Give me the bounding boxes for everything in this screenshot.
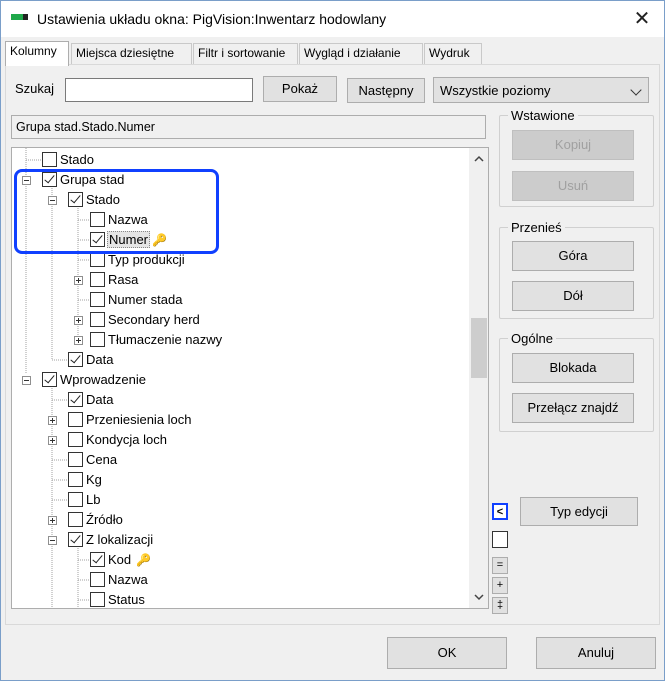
back-arrow-button[interactable]: <	[492, 503, 508, 520]
checkbox[interactable]	[68, 352, 83, 367]
scroll-down-icon[interactable]	[474, 592, 484, 602]
key-icon: 🔑	[136, 553, 151, 567]
dialog-window: Ustawienia układu okna: PigVision:Inwent…	[0, 0, 665, 681]
chevron-down-icon	[630, 84, 642, 96]
tab-miejsca-dziesietne[interactable]: Miejsca dziesiętne	[71, 43, 192, 65]
tree-item-label: Stado	[60, 152, 94, 167]
tab-wydruk[interactable]: Wydruk	[424, 43, 482, 65]
move-up-button[interactable]: Góra	[512, 241, 634, 271]
tree-item-label: Data	[86, 352, 114, 367]
checkbox[interactable]	[68, 432, 83, 447]
tree-item-label: Tłumaczenie nazwy	[108, 332, 223, 347]
tab-strip: Kolumny Miejsca dziesiętne Filtr i sorto…	[5, 41, 660, 66]
checkbox[interactable]	[68, 532, 83, 547]
expand-icon[interactable]	[48, 436, 57, 445]
tree-item-label: Numer stada	[108, 292, 183, 307]
expand-icon[interactable]	[48, 416, 57, 425]
checkbox[interactable]	[68, 412, 83, 427]
next-button[interactable]: Następny	[347, 78, 425, 103]
tree-item-label: Status	[108, 592, 145, 607]
ok-button[interactable]: OK	[387, 637, 507, 669]
tab-kolumny[interactable]: Kolumny	[5, 41, 69, 66]
checkbox[interactable]	[68, 492, 83, 507]
checkbox[interactable]	[68, 392, 83, 407]
checkbox[interactable]	[68, 472, 83, 487]
checkbox[interactable]	[68, 512, 83, 527]
level-select[interactable]: Wszystkie poziomy	[433, 77, 649, 103]
toggle-find-button[interactable]: Przełącz znajdź	[512, 393, 634, 423]
tree-item-label: Kondycja loch	[86, 432, 167, 447]
copy-button[interactable]: Kopiuj	[512, 130, 634, 160]
plus-button[interactable]: +	[492, 577, 508, 594]
tree-item-label: Rasa	[108, 272, 139, 287]
checkbox[interactable]	[68, 452, 83, 467]
level-select-value: Wszystkie poziomy	[440, 83, 551, 98]
tree-item-label: Kod	[108, 552, 132, 567]
checkbox[interactable]	[90, 272, 105, 287]
tree-item-label: Nazwa	[108, 572, 148, 587]
search-label: Szukaj	[15, 81, 55, 96]
tree-item-label: Z lokalizacji	[86, 532, 154, 547]
edit-type-button[interactable]: Typ edycji	[520, 497, 638, 526]
tree-item-label: Cena	[86, 452, 118, 467]
window-title: Ustawienia układu okna: PigVision:Inwent…	[37, 11, 387, 27]
tree-item-label: Przeniesienia loch	[86, 412, 192, 427]
tab-wyglad-i-dzialanie[interactable]: Wygląd i działanie	[299, 43, 423, 65]
general-group-title: Ogólne	[508, 331, 556, 346]
checkbox[interactable]	[90, 592, 105, 607]
move-down-button[interactable]: Dół	[512, 281, 634, 311]
move-group-title: Przenieś	[508, 220, 565, 235]
collapse-icon[interactable]	[48, 536, 57, 545]
app-icon	[11, 14, 28, 20]
tab-filtr-i-sortowanie[interactable]: Filtr i sortowanie	[193, 43, 298, 65]
tree-item-label: Kg	[86, 472, 102, 487]
checkbox[interactable]	[42, 152, 57, 167]
toggle-checkbox-button[interactable]	[492, 531, 508, 548]
checkbox[interactable]	[42, 372, 57, 387]
scroll-thumb[interactable]	[471, 318, 487, 378]
title-bar: Ustawienia układu okna: PigVision:Inwent…	[1, 1, 664, 37]
checkbox[interactable]	[90, 312, 105, 327]
checkbox[interactable]	[90, 572, 105, 587]
checkbox[interactable]	[90, 332, 105, 347]
lock-button[interactable]: Blokada	[512, 353, 634, 383]
tree-scrollbar[interactable]	[469, 148, 488, 608]
expand-icon[interactable]	[48, 516, 57, 525]
checkbox[interactable]	[90, 292, 105, 307]
cancel-button[interactable]: Anuluj	[536, 637, 656, 669]
highlight-annotation	[14, 169, 219, 254]
plus-minus-button[interactable]: ‡	[492, 597, 508, 614]
tree-item-label: Lb	[86, 492, 101, 507]
tree-item-label: Źródło	[86, 512, 123, 527]
expand-icon[interactable]	[74, 336, 83, 345]
collapse-icon[interactable]	[22, 376, 31, 385]
inserted-group-title: Wstawione	[508, 108, 578, 123]
checkbox[interactable]	[90, 552, 105, 567]
tree-item-label: Typ produkcji	[108, 252, 185, 267]
tree-item-label: Wprowadzenie	[60, 372, 146, 387]
equal-button[interactable]: =	[492, 557, 508, 574]
column-path-field: Grupa stad.Stado.Numer	[11, 115, 486, 139]
remove-button[interactable]: Usuń	[512, 171, 634, 201]
tree-item-label: Data	[86, 392, 114, 407]
expand-icon[interactable]	[74, 276, 83, 285]
scroll-up-icon[interactable]	[474, 154, 484, 164]
show-button[interactable]: Pokaż	[263, 76, 337, 102]
checkbox[interactable]	[90, 252, 105, 267]
search-input[interactable]	[65, 78, 253, 102]
close-icon[interactable]: ✕	[621, 1, 663, 37]
expand-icon[interactable]	[74, 316, 83, 325]
tree-item-label: Secondary herd	[108, 312, 200, 327]
